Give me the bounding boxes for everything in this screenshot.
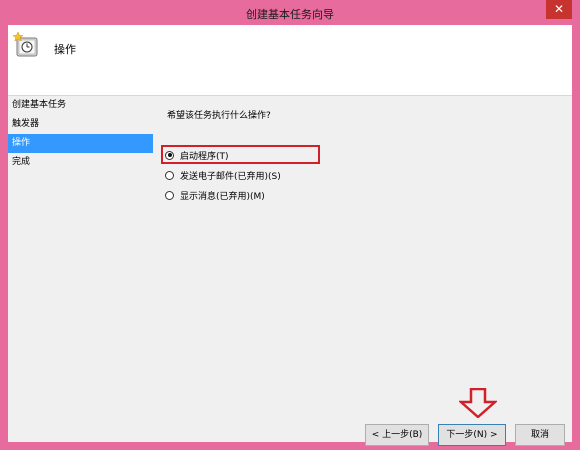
header-title: 操作 — [54, 43, 76, 56]
close-button[interactable]: ✕ — [546, 0, 572, 19]
wizard-window: 创建基本任务向导 ✕ 操作 创建基本任务 触发器 操作 完成 希望该任务执行什么… — [0, 0, 580, 450]
annotation-highlight-box — [161, 145, 320, 164]
nav-item-create-basic-task[interactable]: 创建基本任务 — [8, 96, 153, 115]
radio-button[interactable] — [165, 190, 174, 200]
radio-button[interactable] — [165, 170, 174, 180]
back-button[interactable]: < 上一步(B) — [365, 424, 429, 446]
radio-send-email[interactable]: 发送电子邮件(已弃用)(S) — [165, 167, 281, 183]
close-icon: ✕ — [553, 2, 565, 16]
window-title: 创建基本任务向导 — [246, 8, 334, 21]
next-button[interactable]: 下一步(N) > — [438, 424, 506, 446]
radio-label-display-message: 显示消息(已弃用)(M) — [180, 191, 265, 202]
nav-item-action[interactable]: 操作 — [8, 134, 153, 153]
radio-display-message[interactable]: 显示消息(已弃用)(M) — [165, 187, 265, 203]
wizard-client-area: 操作 创建基本任务 触发器 操作 完成 希望该任务执行什么操作? 启动程序(T)… — [8, 25, 572, 446]
task-clock-icon — [12, 31, 38, 57]
wizard-header: 操作 — [8, 25, 572, 96]
down-arrow-icon — [459, 388, 497, 418]
wizard-steps-nav: 创建基本任务 触发器 操作 完成 — [8, 96, 153, 172]
nav-item-trigger[interactable]: 触发器 — [8, 115, 153, 134]
nav-item-finish[interactable]: 完成 — [8, 153, 153, 172]
action-question: 希望该任务执行什么操作? — [167, 111, 271, 121]
title-bar: 创建基本任务向导 ✕ — [0, 0, 580, 25]
cancel-button[interactable]: 取消 — [515, 424, 565, 446]
radio-label-send-email: 发送电子邮件(已弃用)(S) — [180, 171, 281, 182]
